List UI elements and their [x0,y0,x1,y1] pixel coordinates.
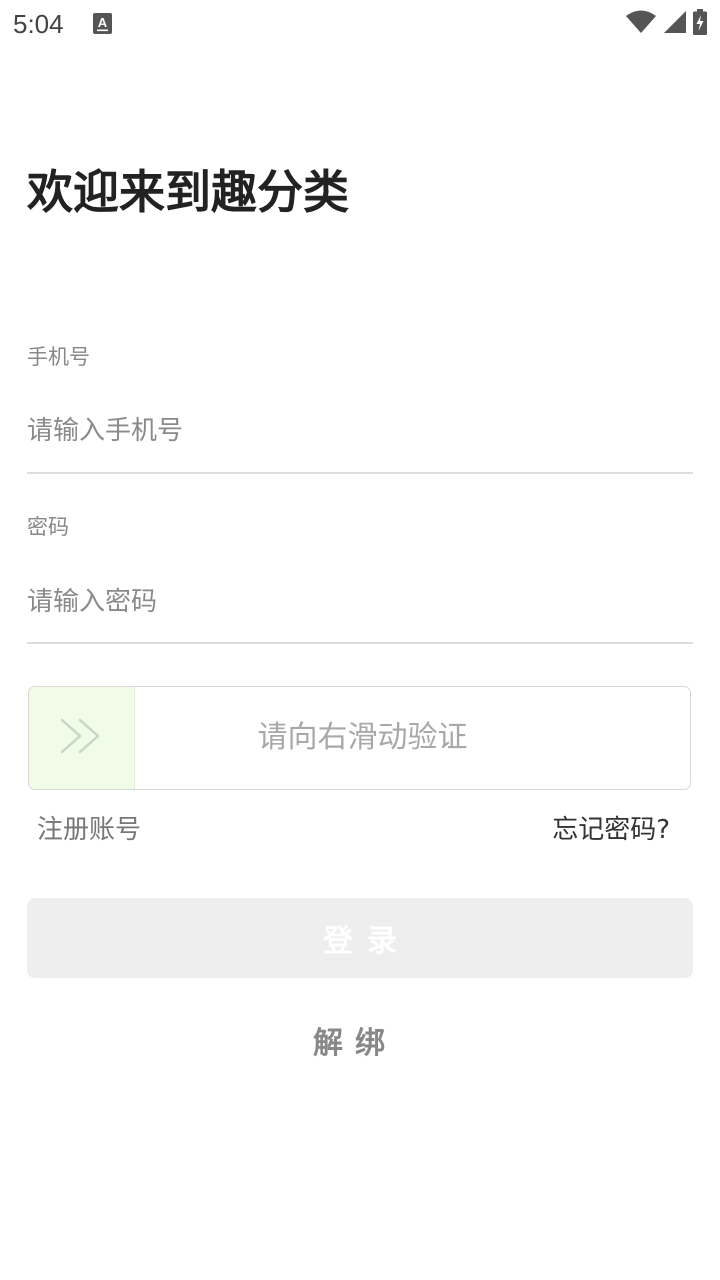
register-link[interactable]: 注册账号 [37,810,141,850]
a-text-icon: A [93,13,112,34]
page-title: 欢迎来到趣分类 [27,165,349,219]
status-icons [625,9,707,39]
login-button[interactable]: 登录 [27,898,693,978]
phone-input[interactable] [27,401,693,461]
cell-signal-icon [663,10,687,38]
slide-verify-handle[interactable] [29,687,135,789]
svg-text:A: A [98,15,108,30]
phone-label: 手机号 [27,345,90,369]
status-bar: 5:04 A [0,0,720,48]
phone-divider [27,472,693,474]
battery-charging-icon [693,9,707,39]
password-label: 密码 [27,515,69,539]
status-time: 5:04 [13,9,64,39]
double-chevron-right-icon [58,716,106,760]
slide-verify: 请向右滑动验证 [28,686,691,790]
unbind-link[interactable]: 解绑 [0,1022,710,1066]
forgot-password-link[interactable]: 忘记密码? [552,810,670,850]
password-input[interactable] [27,572,693,632]
wifi-icon [625,10,657,38]
password-divider [27,642,693,644]
